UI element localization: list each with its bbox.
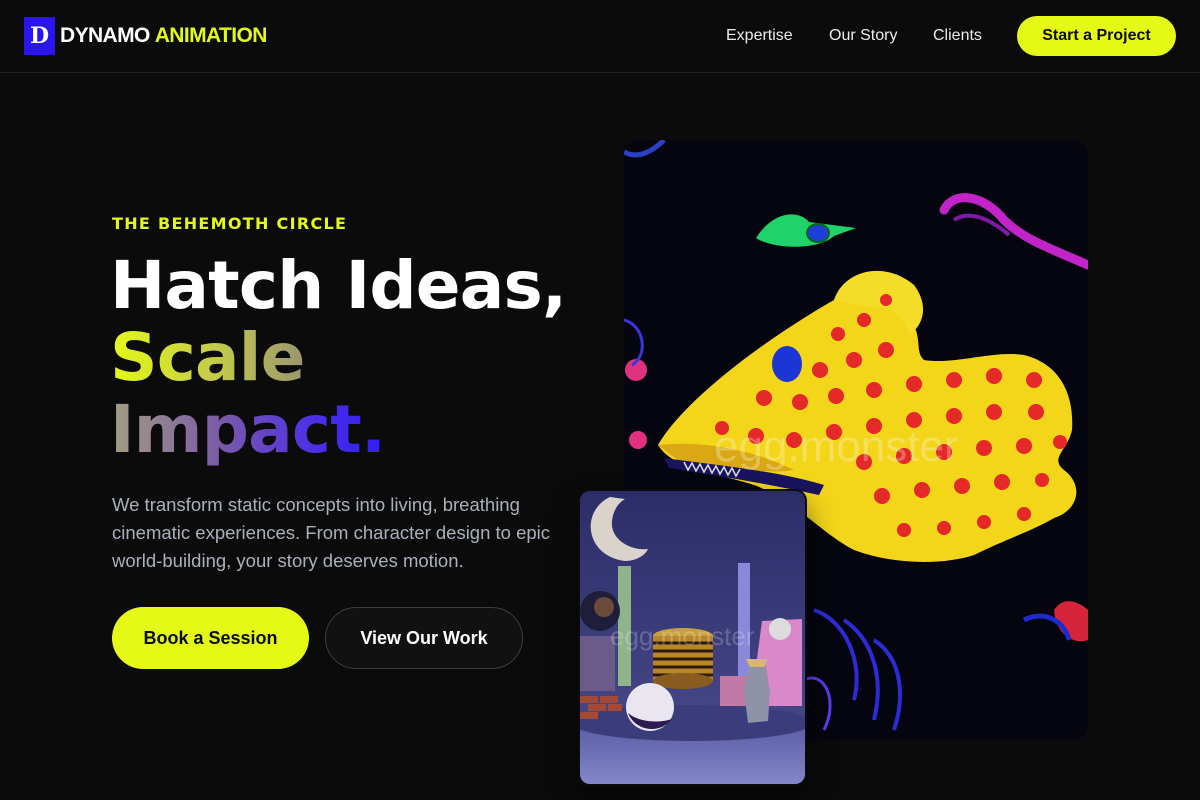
- nav-link-expertise[interactable]: Expertise: [726, 26, 793, 46]
- hero-eyebrow: THE BEHEMOTH CIRCLE: [112, 214, 348, 233]
- site-header: D DYNAMO ANIMATION Expertise Our Story Cl…: [0, 0, 1200, 73]
- headline-line-1: Hatch Ideas,: [110, 247, 567, 324]
- start-project-button[interactable]: Start a Project: [1017, 16, 1176, 56]
- hero-description: We transform static concepts into living…: [112, 494, 551, 571]
- headline-line-3: Impact.: [110, 391, 386, 468]
- nav-link-our-story[interactable]: Our Story: [829, 26, 897, 46]
- hero-headline: Hatch Ideas, Scale Impact.: [110, 247, 567, 468]
- thumb-image-watermark: egg.monster: [610, 621, 755, 651]
- main-image-watermark: egg.monster: [714, 422, 959, 471]
- nav-link-clients[interactable]: Clients: [933, 26, 982, 46]
- view-work-button[interactable]: View Our Work: [325, 607, 523, 669]
- book-session-button[interactable]: Book a Session: [112, 607, 309, 669]
- headline-line-2: Scale: [110, 319, 305, 396]
- scene-thumbnail-image: egg.monster: [580, 491, 805, 784]
